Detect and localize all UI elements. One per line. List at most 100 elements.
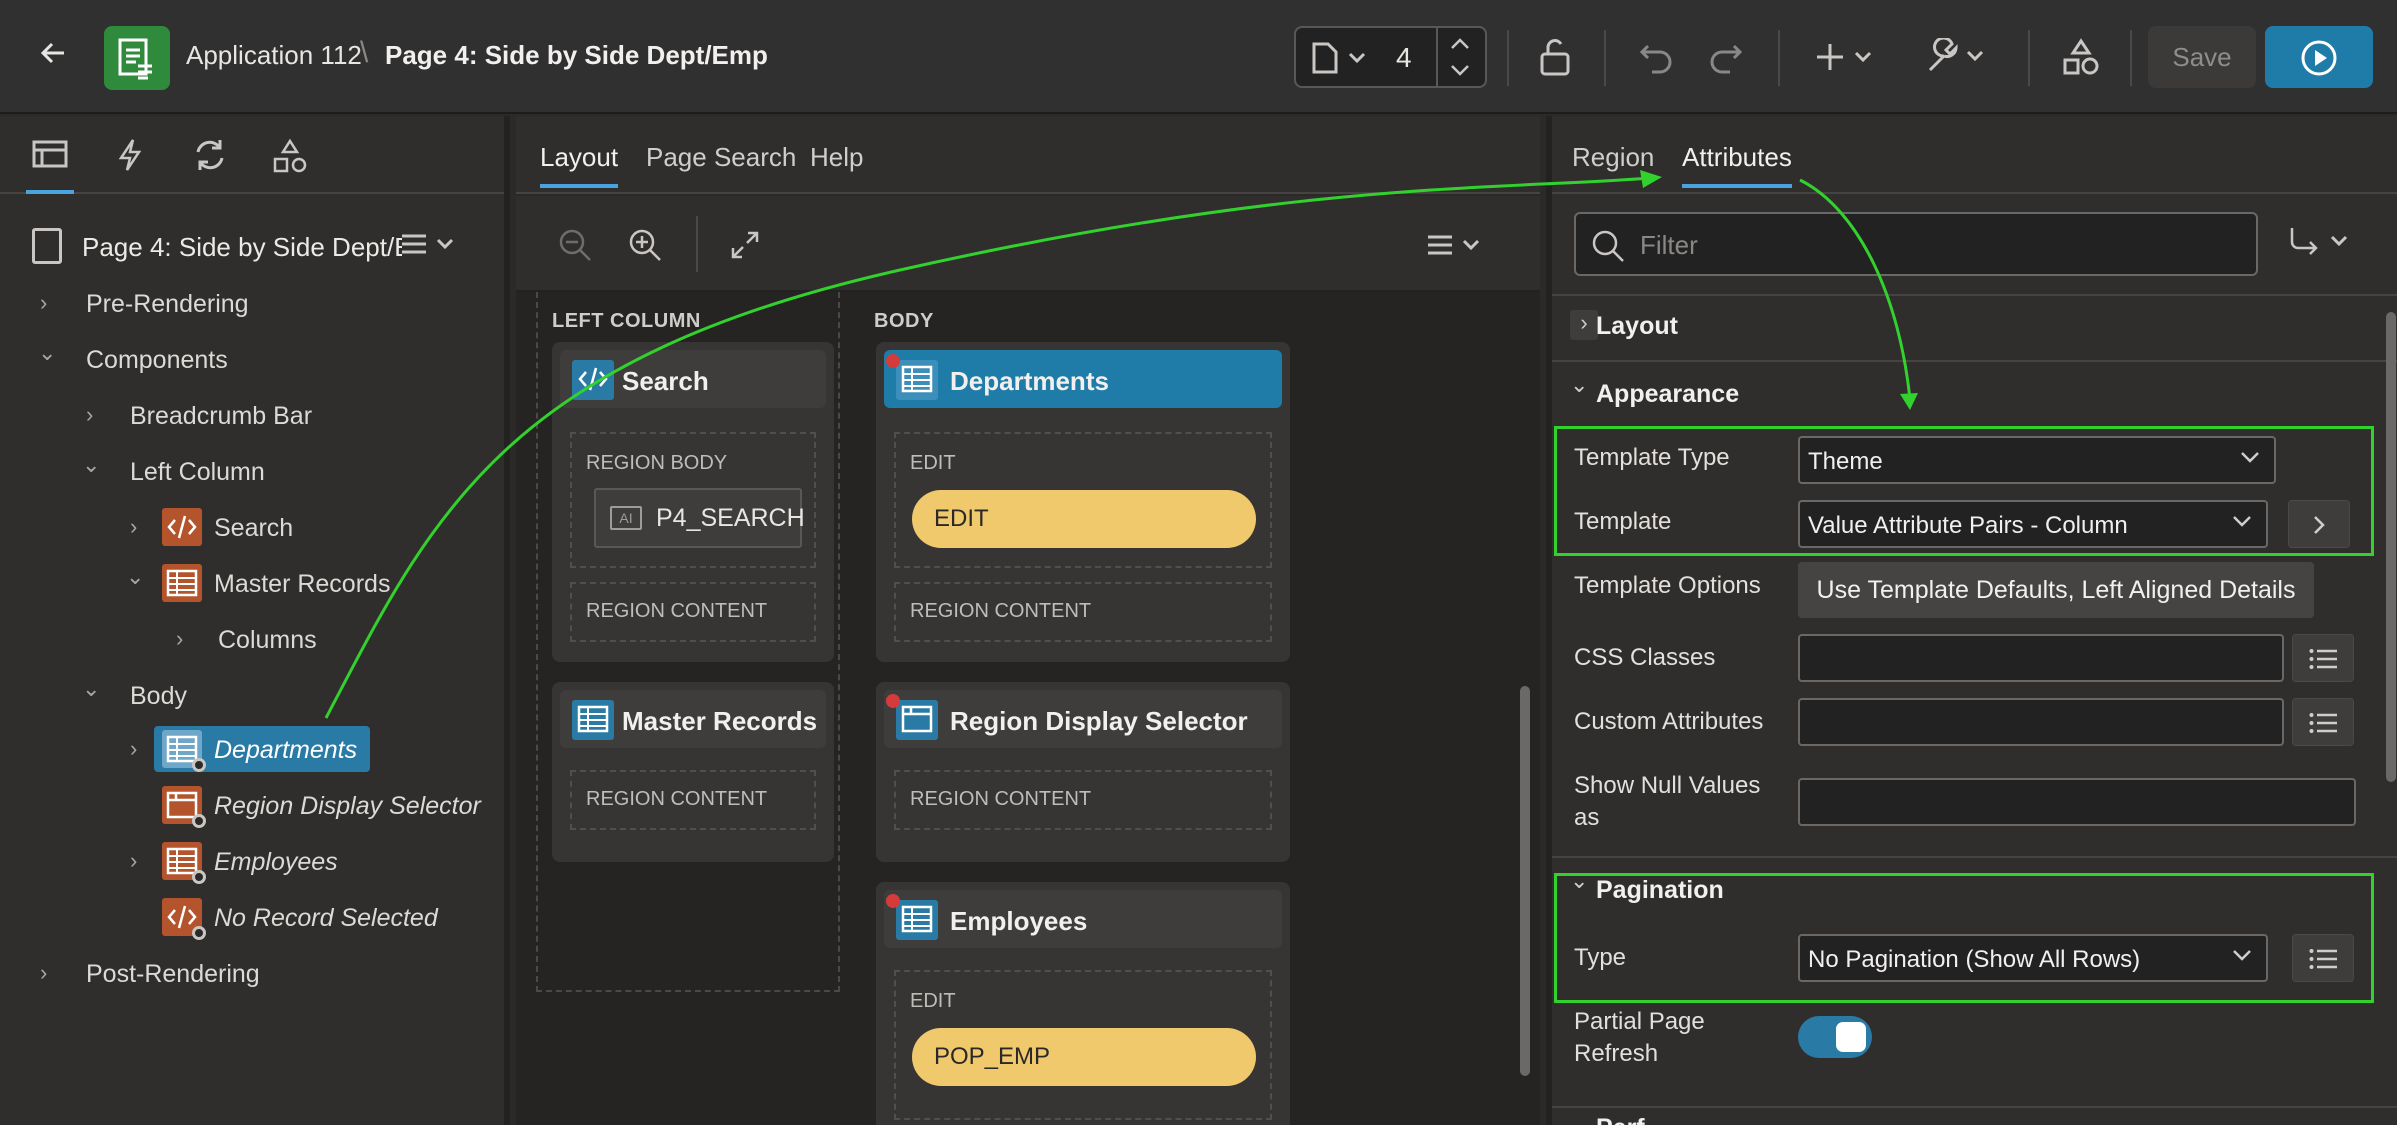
layout-canvas: LEFT COLUMN BODY Search REGION BODY AI P… [516,292,1540,1125]
toggle-knob [1836,1022,1866,1052]
tree-node-components[interactable]: ⌄ Components [0,336,500,384]
chevron-right-icon[interactable]: › [40,960,47,986]
chevron-right-icon[interactable]: › [1570,310,1598,340]
css-classes-input[interactable] [1798,634,2284,682]
chevron-down-icon[interactable]: ⌄ [126,564,144,590]
left-column-label: LEFT COLUMN [552,310,701,332]
region-master-records[interactable]: Master Records REGION CONTENT [552,682,834,862]
show-null-values-input[interactable] [1798,778,2356,826]
section-layout[interactable]: › Layout [1552,296,2397,356]
conditional-badge-icon [192,758,206,772]
tree-node-employees[interactable]: › Employees [0,838,500,886]
tab-help[interactable]: Help [810,142,863,173]
chevron-right-icon[interactable]: › [130,736,137,762]
shared-components-shapes-icon[interactable] [2062,38,2100,84]
page-selector[interactable]: 4 [1294,26,1487,88]
chevron-right-icon[interactable]: › [176,626,183,652]
chevron-down-icon[interactable]: ⌄ [38,340,56,366]
tree-node-columns[interactable]: › Columns [0,616,500,664]
chevron-right-icon[interactable]: › [130,514,137,540]
tree-node-search[interactable]: › Search [0,504,500,552]
tree-node-pre-rendering[interactable]: › Pre-Rendering [0,280,500,328]
region-departments-header[interactable]: Departments [884,350,1282,408]
tab-region[interactable]: Region [1572,142,1654,173]
zoom-out-icon[interactable] [558,228,592,267]
section-next-partial[interactable]: Perf [1552,1110,2397,1125]
middle-pane-tabs: Layout Page Search Help [516,116,1540,194]
redo-icon[interactable] [1708,40,1744,82]
region-search-header[interactable]: Search [560,350,826,408]
region-title: Master Records [622,706,818,736]
layout-toolbar [516,196,1540,292]
filter-input[interactable] [1640,228,2240,262]
section-appearance[interactable]: ⌄ Appearance [1552,364,2397,424]
page-number[interactable]: 4 [1396,42,1412,74]
back-arrow-icon[interactable] [38,38,78,78]
zoom-in-icon[interactable] [628,228,662,267]
tree-node-region-display-selector[interactable]: Region Display Selector [0,782,500,830]
chevron-down-icon[interactable]: ⌄ [1570,372,1598,402]
tree-node-body[interactable]: ⌄ Body [0,672,500,720]
app-logo-icon[interactable] [104,26,170,90]
region-employees-header[interactable]: Employees [884,890,1282,948]
tree-menu-icon[interactable] [400,230,460,268]
region-selector-window-icon [896,700,938,740]
region-title: Departments [950,366,1109,396]
tab-page-search[interactable]: Page Search [646,142,796,173]
region-employees[interactable]: Employees EDIT POP_EMP [876,882,1290,1125]
item-edit-button[interactable]: EDIT [912,490,1256,548]
canvas-scrollbar[interactable] [1520,686,1530,1076]
chevron-down-icon[interactable]: ⌄ [82,452,100,478]
region-display-selector[interactable]: Region Display Selector REGION CONTENT [876,682,1290,862]
highlight-box-pagination [1554,873,2374,1003]
layout-menu-icon[interactable] [1426,232,1486,265]
show-null-label-line2: as [1574,804,1600,831]
tree-node-left-column[interactable]: ⌄ Left Column [0,448,500,496]
app-name-link[interactable]: Application 112 [186,40,362,71]
custom-attributes-list-button[interactable] [2292,698,2354,746]
go-to-group-icon[interactable] [2288,224,2354,265]
tree-node-post-rendering[interactable]: › Post-Rendering [0,950,500,998]
tree-root-page[interactable]: Page 4: Side by Side Dept/Emp [28,224,488,272]
slot-caption: REGION CONTENT [910,788,1092,810]
filter-field[interactable] [1574,212,2258,276]
tree-node-no-record-selected[interactable]: No Record Selected [0,894,500,942]
region-departments[interactable]: Departments EDIT EDIT REGION CONTENT [876,342,1290,662]
custom-attributes-label: Custom Attributes [1574,708,1764,735]
dynamic-actions-lightning-icon[interactable] [108,138,152,178]
template-options-button[interactable]: Use Template Defaults, Left Aligned Deta… [1798,562,2314,618]
section-title: Layout [1596,312,1678,340]
region-master-records-header[interactable]: Master Records [560,690,826,748]
processing-cycle-icon[interactable] [188,138,232,178]
tree-node-master-records[interactable]: ⌄ Master Records [0,560,500,608]
lock-icon[interactable] [1538,38,1572,84]
item-label: P4_SEARCH [656,504,805,532]
tree-node-departments[interactable]: › Departments [0,726,500,774]
run-button[interactable] [2265,26,2373,88]
css-classes-list-button[interactable] [2292,634,2354,682]
utilities-wrench-icon[interactable] [1926,36,1988,82]
ppr-label-line2: Refresh [1574,1040,1659,1067]
item-pop-emp-button[interactable]: POP_EMP [912,1028,1256,1086]
chevron-right-icon[interactable]: › [130,848,137,874]
item-p4-search[interactable]: AI P4_SEARCH [594,488,805,548]
rendering-tab-icon[interactable] [26,138,74,194]
save-button[interactable]: Save [2148,26,2256,88]
expand-icon[interactable] [730,230,760,265]
region-rds-header[interactable]: Region Display Selector [884,690,1282,748]
chevron-right-icon[interactable]: › [86,402,93,428]
region-search[interactable]: Search REGION BODY AI P4_SEARCH REGION C… [552,342,834,662]
tab-layout[interactable]: Layout [540,142,619,188]
tree-node-breadcrumb-bar[interactable]: › Breadcrumb Bar [0,392,500,440]
create-menu-plus-icon[interactable] [1816,40,1876,82]
partial-page-refresh-toggle[interactable] [1798,1016,1872,1058]
property-scrollbar[interactable] [2386,312,2396,782]
chevron-down-icon[interactable]: ⌄ [82,676,100,702]
tree-root-label: Page 4: Side by Side Dept/Emp [82,232,402,262]
report-grid-icon [896,900,938,940]
custom-attributes-input[interactable] [1798,698,2284,746]
undo-icon[interactable] [1638,40,1674,82]
chevron-right-icon[interactable]: › [40,290,47,316]
tab-attributes[interactable]: Attributes [1682,142,1792,188]
shared-components-icon[interactable] [268,138,312,178]
